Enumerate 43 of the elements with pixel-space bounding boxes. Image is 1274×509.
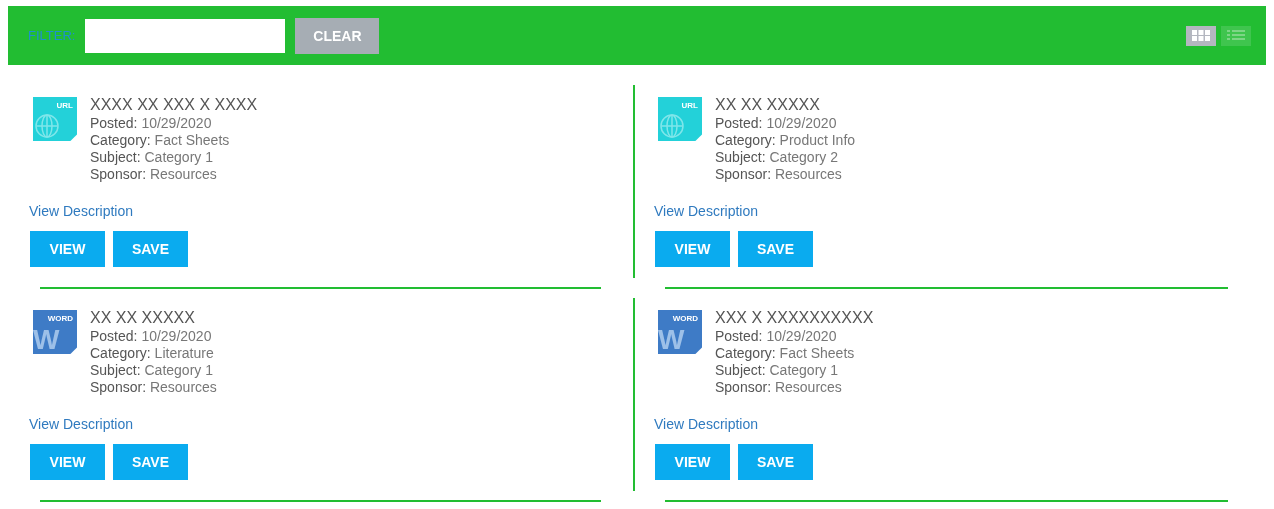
view-button[interactable]: VIEW — [655, 444, 730, 480]
document-title: XXX X XXXXXXXXXX — [715, 308, 874, 328]
detail-line: Subject: Category 1 — [90, 149, 214, 166]
detail-line: Subject: Category 2 — [715, 149, 839, 166]
detail-line: Posted: 10/29/2020 — [715, 115, 838, 132]
detail-line: Sponsor: Resources — [715, 166, 843, 183]
save-button[interactable]: SAVE — [738, 444, 813, 480]
detail-line: Sponsor: Resources — [90, 379, 217, 396]
detail-line: Subject: Category 1 — [715, 362, 839, 379]
save-button[interactable]: SAVE — [113, 231, 188, 267]
save-button[interactable]: SAVE — [113, 444, 188, 480]
detail-line: Posted: 10/29/2020 — [90, 115, 213, 132]
detail-line: Category: Literature — [90, 345, 215, 362]
list-view-button[interactable] — [1221, 25, 1251, 46]
view-description-link[interactable]: View Description — [654, 416, 758, 432]
clear-button[interactable]: CLEAR — [295, 17, 380, 54]
view-description-link[interactable]: View Description — [29, 416, 133, 432]
detail-line: Sponsor: Resources — [90, 166, 218, 183]
view-description-link[interactable]: View Description — [29, 203, 133, 219]
detail-line: Posted: 10/29/2020 — [90, 328, 213, 345]
list-icon — [1227, 30, 1245, 41]
grid-view-button[interactable] — [1186, 25, 1216, 46]
grid-icon — [1192, 30, 1210, 41]
filter-label: FILTER: — [28, 28, 76, 43]
document-file-icon: WORD W — [658, 310, 702, 354]
view-description-link[interactable]: View Description — [654, 203, 758, 219]
detail-line: Posted: 10/29/2020 — [715, 328, 838, 345]
view-button[interactable]: VIEW — [30, 231, 105, 267]
detail-line: Category: Fact Sheets — [715, 345, 856, 362]
document-title: XX XX XXXXX — [715, 95, 821, 115]
document-file-icon: WORD W — [33, 310, 77, 354]
detail-line: Category: Product Info — [715, 132, 856, 149]
detail-line: Sponsor: Resources — [715, 379, 843, 396]
detail-line: Category: Fact Sheets — [90, 132, 231, 149]
document-title: XXXX XX XXX X XXXX — [90, 95, 258, 115]
document-title: XX XX XXXXX — [90, 308, 196, 328]
detail-line: Subject: Category 1 — [90, 362, 214, 379]
save-button[interactable]: SAVE — [738, 231, 813, 267]
view-button[interactable]: VIEW — [30, 444, 105, 480]
link-file-icon: URL — [33, 97, 77, 141]
view-button[interactable]: VIEW — [655, 231, 730, 267]
link-file-icon: URL — [658, 97, 702, 141]
filter-field[interactable] — [85, 18, 286, 53]
